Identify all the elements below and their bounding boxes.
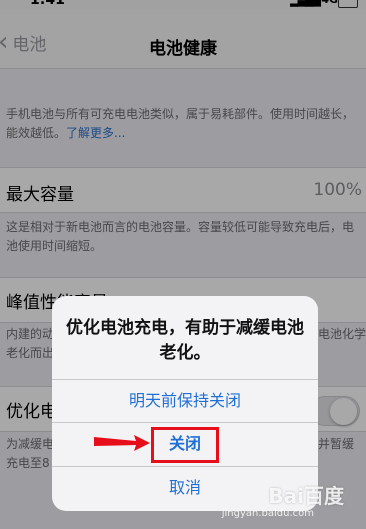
alert-dialog: 优化电池充电，有助于减缓电池老化。 明天前保持关闭 关闭 取消	[52, 296, 318, 511]
watermark-url: jingyan.baidu.com	[221, 508, 314, 519]
keep-off-until-tomorrow-button[interactable]: 明天前保持关闭	[52, 380, 318, 422]
alert-message: 优化电池充电，有助于减缓电池老化。	[66, 318, 304, 363]
highlight-box	[151, 427, 219, 463]
watermark-logo: Bai百度	[268, 484, 344, 508]
pointer-arrow-icon	[94, 435, 150, 451]
